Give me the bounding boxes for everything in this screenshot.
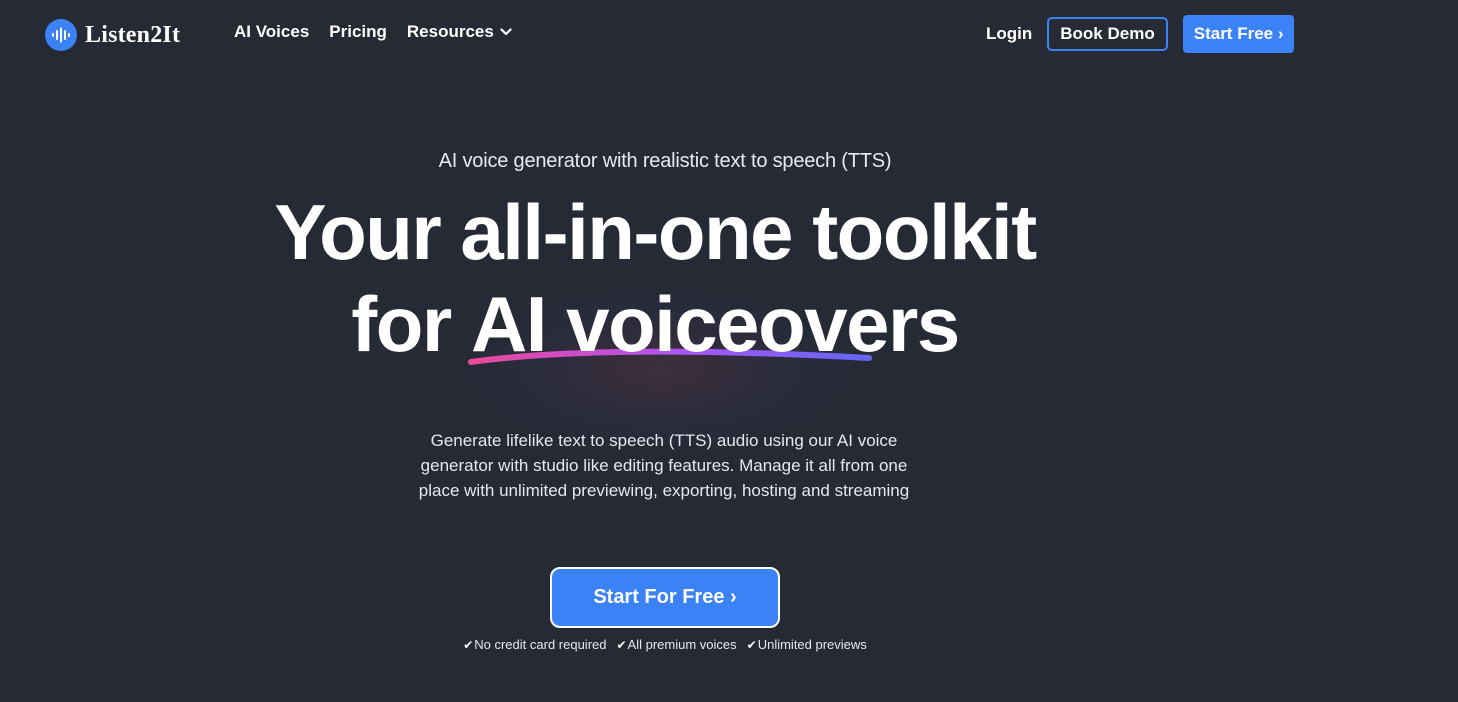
- sound-wave-icon: [45, 19, 77, 51]
- perks-list: ✔ No credit card required ✔ All premium …: [420, 637, 910, 652]
- check-icon: ✔: [616, 637, 627, 652]
- brand-name: Listen2It: [85, 21, 181, 48]
- perk-item: ✔ Unlimited previews: [747, 637, 867, 652]
- landing-page: Listen2It AI Voices Pricing Resources Lo…: [0, 0, 1458, 702]
- headline-line-2: for AI voiceovers: [140, 278, 1170, 370]
- nav-link-label: Resources: [406, 22, 494, 41]
- perk-item: ✔ All premium voices: [616, 637, 736, 652]
- top-navigation: Listen2It AI Voices Pricing Resources Lo…: [0, 0, 1458, 68]
- headline-accent-text: AI voiceovers: [470, 280, 960, 368]
- headline-line-1: Your all-in-one toolkit: [274, 188, 1037, 276]
- perk-label: Unlimited previews: [757, 637, 867, 652]
- hero-description: Generate lifelike text to speech (TTS) a…: [418, 431, 910, 500]
- headline-accent: AI voiceovers: [467, 278, 960, 370]
- nav-link-pricing[interactable]: Pricing: [329, 22, 387, 42]
- hero-headline: Your all-in-one toolkit for AI voiceover…: [140, 186, 1170, 370]
- nav-link-ai-voices[interactable]: AI Voices: [234, 22, 309, 42]
- book-demo-button[interactable]: Book Demo: [1047, 17, 1168, 51]
- nav-link-label: Pricing: [329, 22, 387, 41]
- nav-link-label: AI Voices: [234, 22, 310, 41]
- start-free-button[interactable]: Start Free ›: [1182, 15, 1295, 53]
- start-for-free-button[interactable]: Start For Free ›: [550, 567, 780, 628]
- primary-nav: AI Voices Pricing Resources: [234, 22, 512, 42]
- perk-label: No credit card required: [474, 637, 607, 652]
- headline-prefix: for: [351, 280, 471, 368]
- chevron-down-icon: [500, 28, 512, 36]
- check-icon: ✔: [746, 637, 757, 652]
- nav-dropdown-resources[interactable]: Resources: [407, 22, 512, 42]
- perk-item: ✔ No credit card required: [463, 637, 606, 652]
- hero-eyebrow: AI voice generator with realistic text t…: [438, 150, 892, 172]
- nav-actions: Login Book Demo Start Free ›: [986, 15, 1295, 53]
- check-icon: ✔: [463, 637, 474, 652]
- brand-logo[interactable]: Listen2It: [45, 18, 180, 52]
- login-link[interactable]: Login: [986, 24, 1032, 44]
- perk-label: All premium voices: [627, 637, 737, 652]
